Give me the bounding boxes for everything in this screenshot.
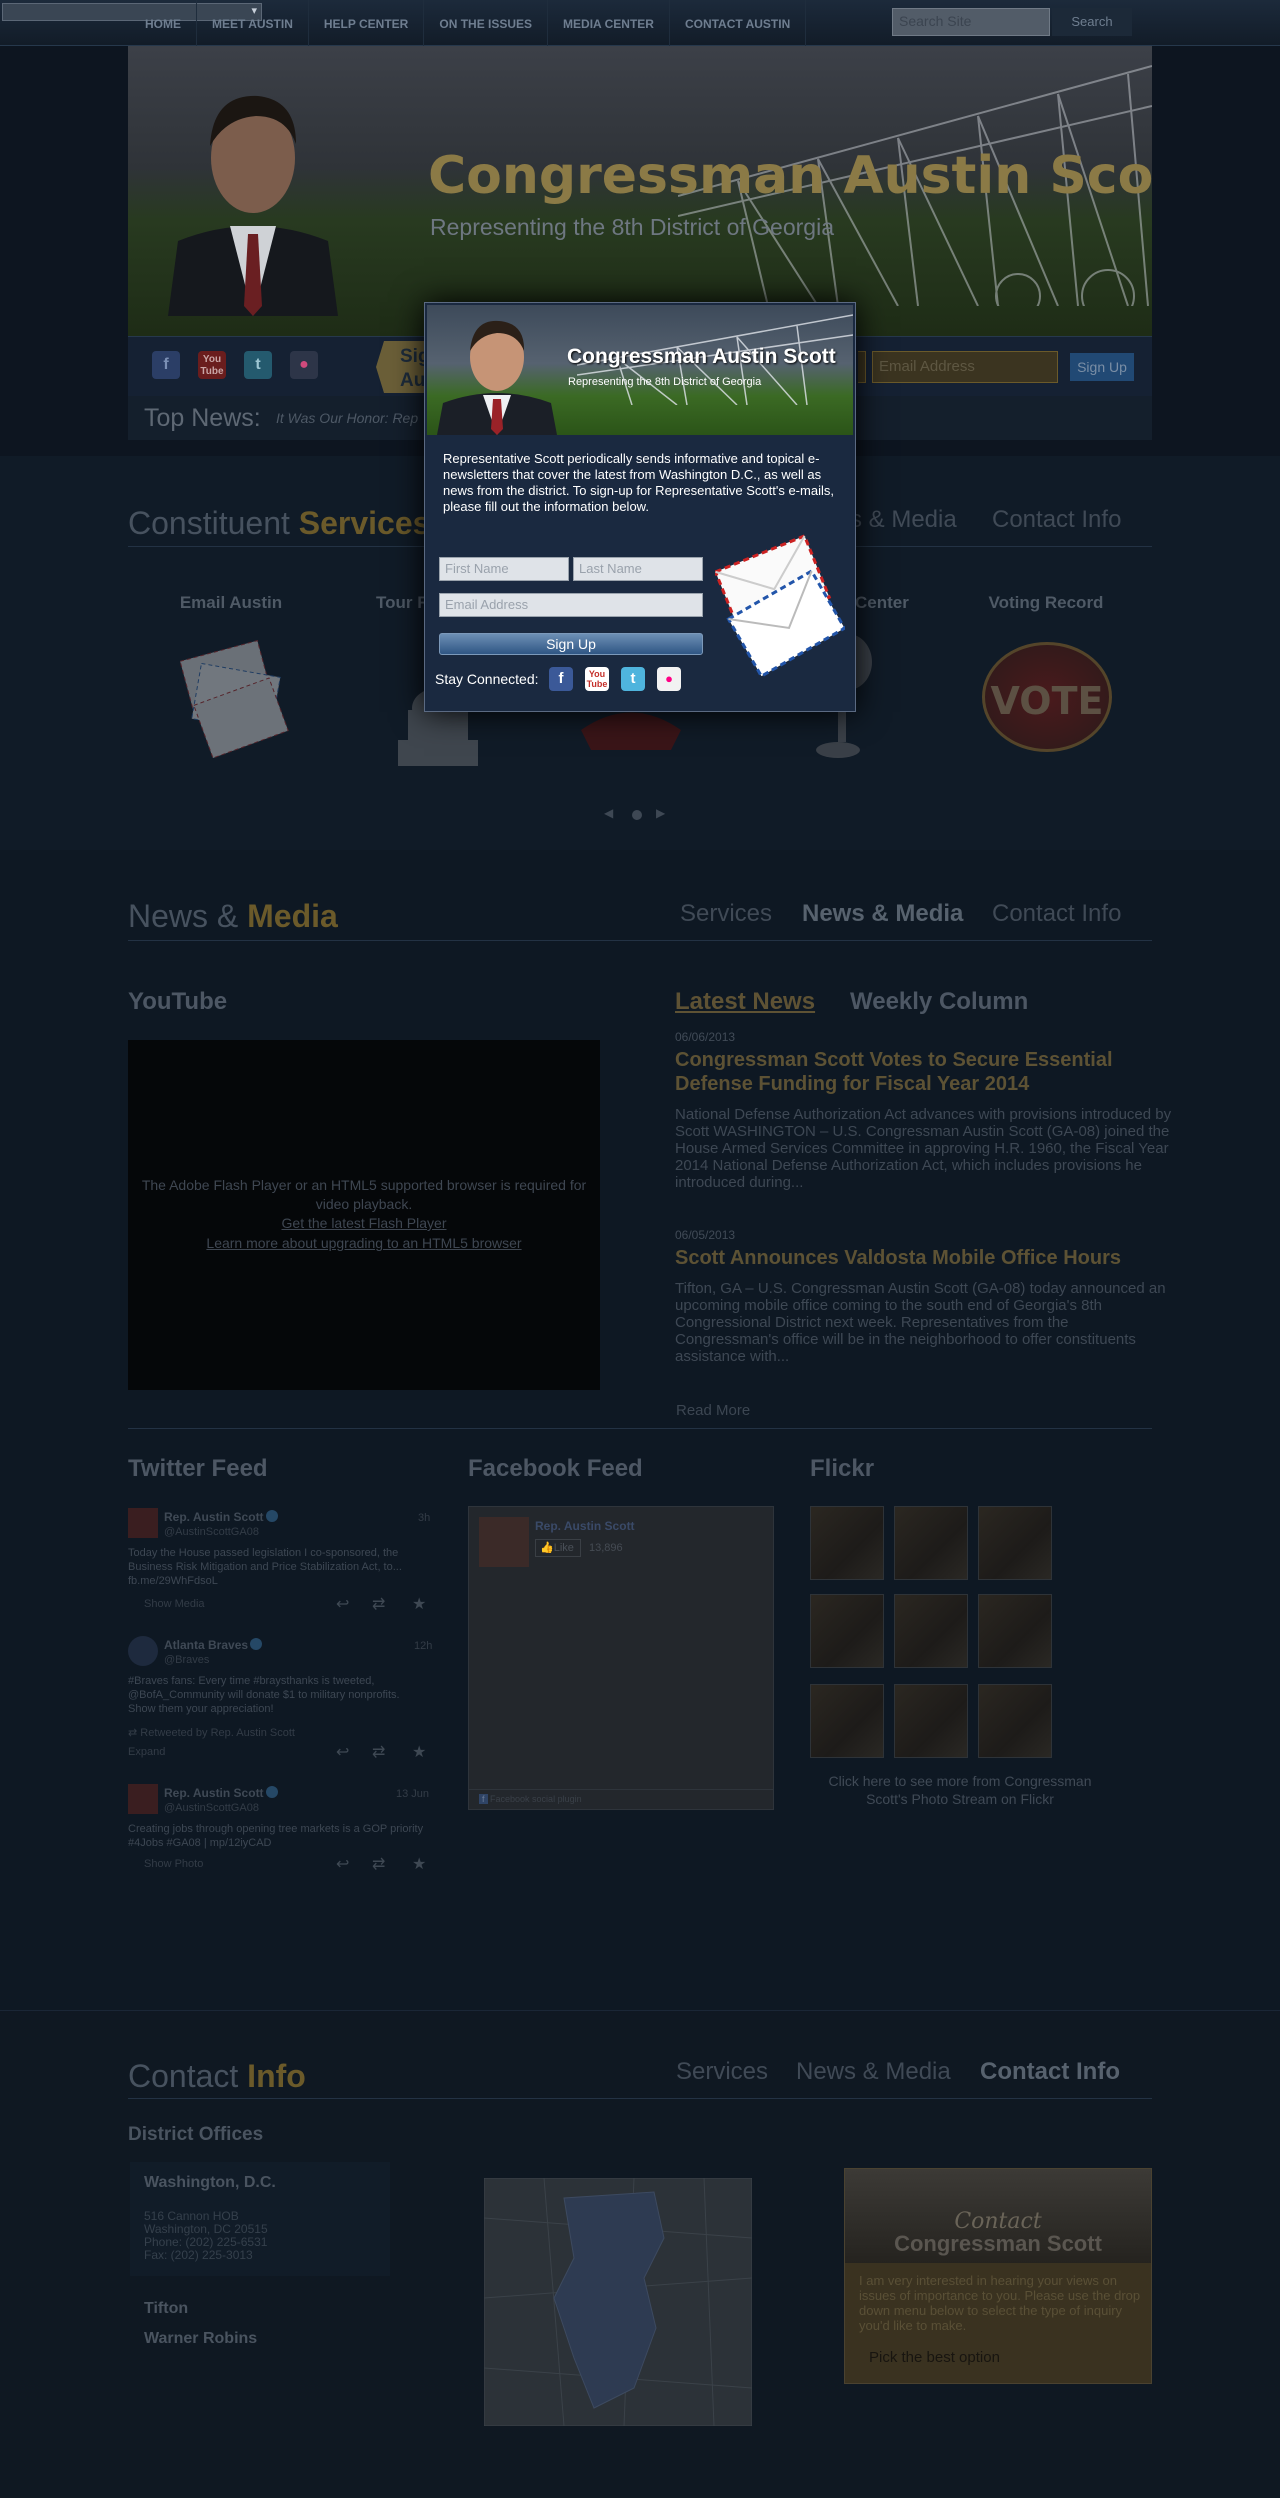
stay-connected-label: Stay Connected: (435, 671, 539, 687)
modal-social-icons: f You Tube t ● (549, 667, 681, 691)
facebook-icon[interactable]: f (549, 667, 573, 691)
youtube-icon[interactable]: You Tube (585, 667, 609, 691)
envelopes-icon (715, 533, 845, 679)
flickr-icon[interactable]: ● (657, 667, 681, 691)
newsletter-signup-modal: Congressman Austin Scott Representing th… (424, 302, 856, 712)
email-field[interactable]: Email Address (439, 593, 703, 617)
modal-description: Representative Scott periodically sends … (443, 451, 834, 514)
last-name-field[interactable]: Last Name (573, 557, 703, 581)
first-name-field[interactable]: First Name (439, 557, 569, 581)
signup-button[interactable]: Sign Up (439, 633, 703, 655)
congressman-portrait (437, 320, 557, 435)
modal-title: Congressman Austin Scott (567, 345, 836, 368)
modal-header-banner: Congressman Austin Scott Representing th… (427, 305, 853, 435)
twitter-icon[interactable]: t (621, 667, 645, 691)
modal-subtitle: Representing the 8th District of Georgia (568, 376, 762, 388)
